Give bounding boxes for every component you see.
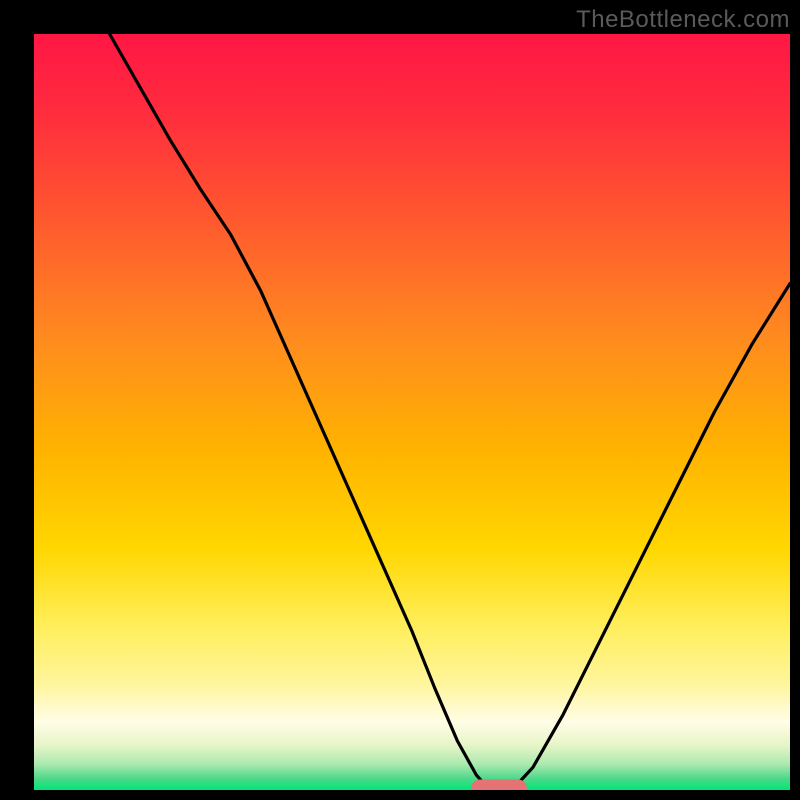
bottleneck-chart xyxy=(0,0,800,800)
chart-frame: TheBottleneck.com xyxy=(0,0,800,800)
axis-border xyxy=(0,790,800,800)
axis-border xyxy=(0,0,34,800)
watermark-text: TheBottleneck.com xyxy=(576,6,790,34)
axis-border xyxy=(790,0,800,800)
plot-background xyxy=(34,34,790,790)
